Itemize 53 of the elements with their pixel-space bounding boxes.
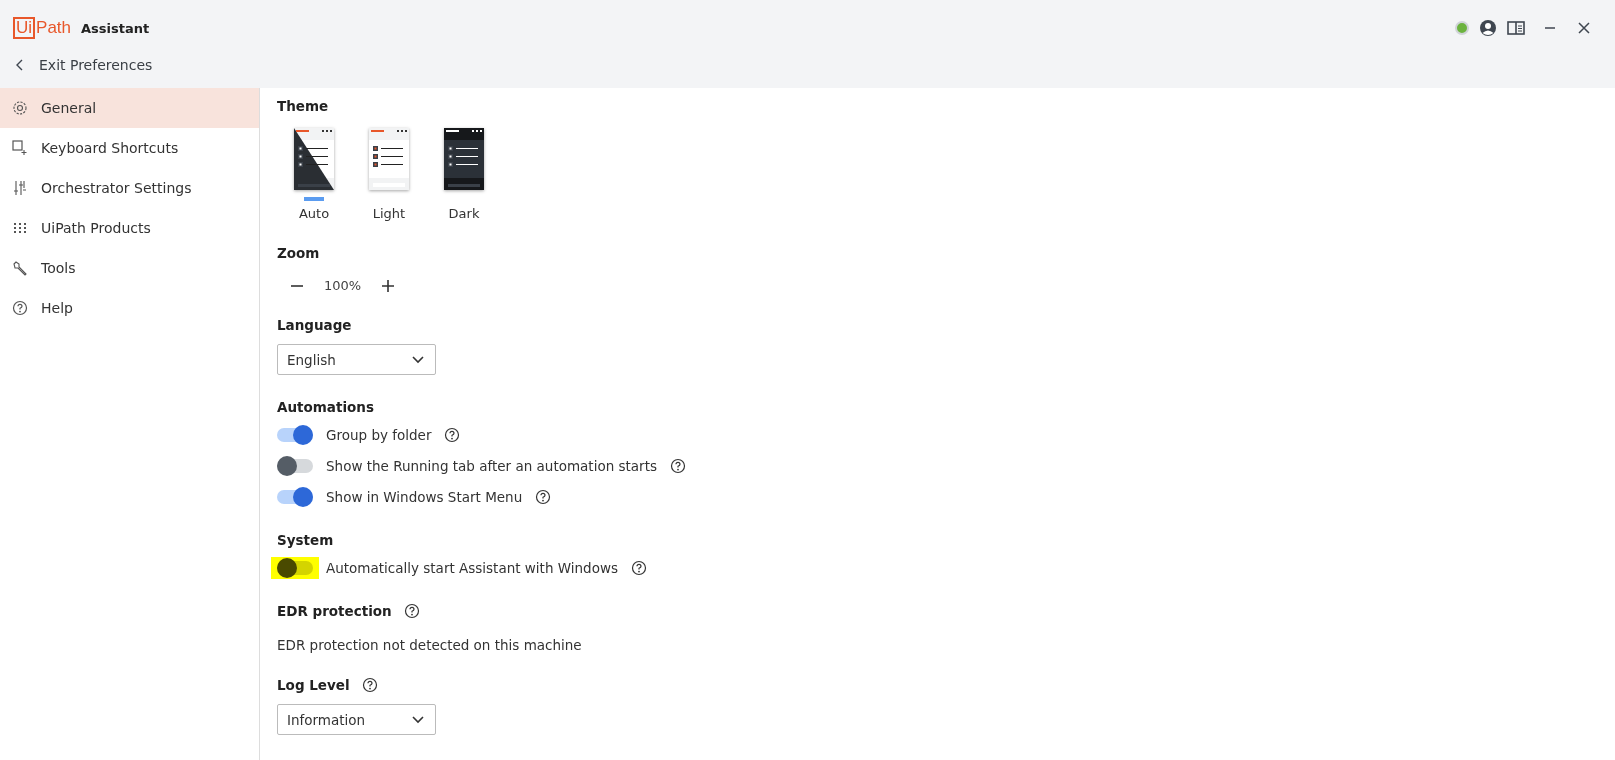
toggle-switch[interactable] [277,490,313,504]
help-icon[interactable] [444,427,461,443]
toggle-label: Show in Windows Start Menu [326,489,523,505]
sidebar-item[interactable]: General [0,88,259,128]
exit-preferences-link[interactable]: Exit Preferences [0,54,153,76]
account-icon[interactable] [1479,19,1497,37]
toggle-switch[interactable] [277,428,313,442]
section-heading: Automations [277,399,374,415]
section-heading: System [277,532,334,548]
chevron-left-icon [15,59,25,71]
help-icon[interactable] [403,603,420,619]
dropdown[interactable]: Information [277,704,436,735]
sidebar-item[interactable]: Help [0,288,259,328]
dropdown[interactable]: English [277,344,436,375]
help-icon [12,300,28,316]
section-heading: Zoom [277,245,320,261]
status-text: EDR protection not detected on this machine [277,637,582,653]
theme-preview-drawing [369,128,409,190]
section-heading: Language [277,317,352,333]
section-heading: Theme [277,98,329,114]
panel-icon[interactable] [1507,20,1525,36]
sidebar-item[interactable]: UiPath Products [0,208,259,248]
sidebar-item[interactable]: Tools [0,248,259,288]
theme-preview-drawing [444,128,484,190]
chevron-down-icon [412,715,424,724]
theme-preview-drawing [294,128,334,190]
toggle-label: Group by folder [326,427,432,443]
section-heading: Log Level [277,677,350,693]
wrench-icon [12,260,28,276]
plus-icon[interactable] [381,278,396,293]
app-title: Assistant [81,20,150,36]
sidebar-item[interactable]: Keyboard Shortcuts [0,128,259,168]
chevron-down-icon [412,355,424,364]
square-plus-icon [12,140,28,156]
sidebar-item[interactable]: Orchestrator Settings [0,168,259,208]
toggle-switch[interactable] [277,561,313,575]
theme-option[interactable]: Auto [293,128,335,221]
help-icon[interactable] [670,458,686,474]
toggle-label: Show the Running tab after an automation starts [326,458,657,474]
toggle-switch[interactable] [277,459,313,473]
theme-option[interactable]: Light [368,128,410,221]
help-icon[interactable] [361,677,378,693]
toggle-label: Automatically start Assistant with Windows [326,560,618,576]
theme-option[interactable]: Dark [443,128,485,221]
logo: Ui Path [13,17,72,39]
sliders-icon [12,180,28,196]
help-icon[interactable] [631,560,647,576]
help-icon[interactable] [535,489,552,505]
zoom-value: 100% [324,278,362,293]
settings-icon [12,100,28,116]
close-icon[interactable] [1577,21,1591,35]
section-heading: EDR protection [277,603,392,619]
grid-icon [12,220,28,236]
